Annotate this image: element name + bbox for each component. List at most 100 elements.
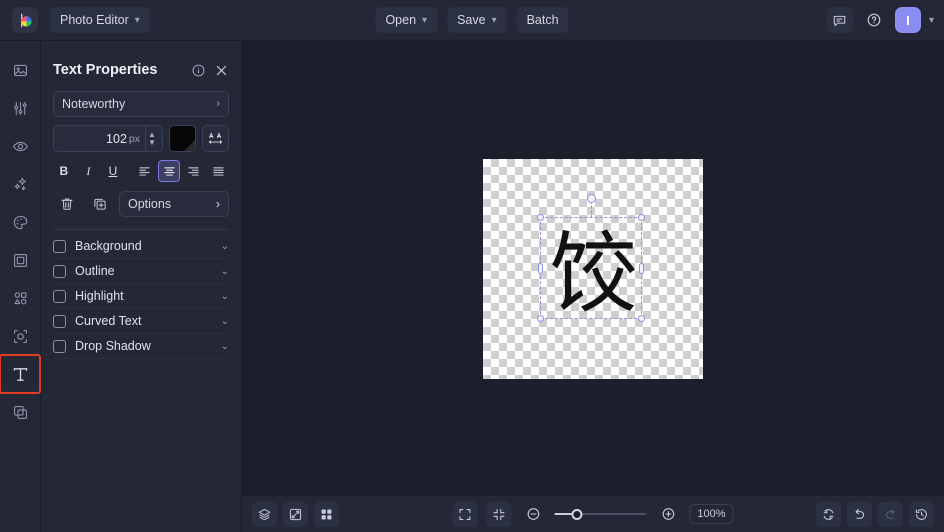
batch-button[interactable]: Batch xyxy=(516,7,569,33)
compare-button[interactable] xyxy=(283,501,308,527)
chevron-down-icon[interactable]: ⌄ xyxy=(221,241,229,252)
editor-canvas[interactable]: 饺 xyxy=(483,158,703,379)
sidebar-item-shapes[interactable] xyxy=(5,283,35,313)
checkbox[interactable] xyxy=(53,264,66,278)
redo-icon[interactable] xyxy=(878,501,903,527)
help-circle-icon[interactable] xyxy=(861,7,887,33)
curved-text-toggle[interactable]: Curved Text ⌄ xyxy=(53,309,229,334)
zoom-out-icon[interactable] xyxy=(520,502,545,527)
sidebar-item-image[interactable] xyxy=(5,55,35,85)
resize-handle-bottom-right[interactable] xyxy=(638,314,645,322)
chevron-down-icon[interactable]: ▾ xyxy=(929,15,934,26)
app-switcher[interactable]: Photo Editor ▾ xyxy=(50,7,150,33)
undo-icon[interactable] xyxy=(847,501,872,527)
align-justify-button[interactable] xyxy=(207,160,229,182)
close-icon[interactable] xyxy=(214,63,229,78)
fit-screen-icon[interactable] xyxy=(452,501,478,527)
checkbox[interactable] xyxy=(53,289,66,303)
bottom-left-tools xyxy=(252,501,339,527)
font-size-stepper[interactable]: ▲ ▼ xyxy=(145,126,158,151)
chevron-down-icon: ▾ xyxy=(422,14,428,26)
sidebar-item-adjust[interactable] xyxy=(5,93,35,123)
slider-knob[interactable] xyxy=(571,508,583,520)
sidebar-item-layers[interactable] xyxy=(5,397,35,427)
font-size-value: 102 xyxy=(106,131,127,146)
picsart-logo[interactable] xyxy=(12,7,38,33)
outline-toggle[interactable]: Outline ⌄ xyxy=(53,259,229,284)
trash-icon[interactable] xyxy=(53,190,80,217)
bold-button-label: B xyxy=(59,164,69,178)
sidebar-item-effects[interactable] xyxy=(5,169,35,199)
font-family-value: Noteworthy xyxy=(62,97,126,111)
resize-handle-top-left[interactable] xyxy=(537,213,544,221)
resize-handle-top-right[interactable] xyxy=(638,213,645,221)
bold-button[interactable]: B xyxy=(53,160,75,182)
rotation-stem xyxy=(591,200,592,218)
open-button-label: Open xyxy=(385,13,417,27)
reset-icon[interactable] xyxy=(816,501,841,527)
text-selection-box[interactable] xyxy=(537,193,645,322)
align-right-button[interactable] xyxy=(183,160,205,182)
layers-button[interactable] xyxy=(252,501,277,527)
resize-handle-middle-left[interactable] xyxy=(538,262,543,274)
zoom-controls: 100% xyxy=(452,501,734,527)
chevron-right-icon: › xyxy=(215,196,220,211)
highlight-toggle[interactable]: Highlight ⌄ xyxy=(53,284,229,309)
layer-actions-row: Options › xyxy=(53,190,229,217)
chevron-down-icon: ▾ xyxy=(134,14,140,26)
history-controls xyxy=(816,501,934,527)
background-toggle[interactable]: Background ⌄ xyxy=(53,234,229,259)
text-color-swatch[interactable] xyxy=(169,125,196,152)
resize-handle-middle-right[interactable] xyxy=(639,262,644,274)
stepper-down-icon[interactable]: ▼ xyxy=(148,139,156,147)
save-button[interactable]: Save ▾ xyxy=(447,7,507,33)
checkbox[interactable] xyxy=(53,339,66,353)
avatar[interactable]: I xyxy=(894,7,921,33)
sidebar-item-cutout[interactable] xyxy=(5,321,35,351)
italic-button[interactable]: I xyxy=(78,160,100,182)
text-properties-panel: Text Properties Noteworthy › 102 px ▲ ▼ … xyxy=(41,41,242,532)
letter-spacing-icon[interactable] xyxy=(202,125,229,152)
drop-shadow-toggle[interactable]: Drop Shadow ⌄ xyxy=(53,334,229,359)
comment-icon[interactable] xyxy=(826,7,853,33)
history-icon[interactable] xyxy=(909,501,934,527)
sidebar-item-frame[interactable] xyxy=(5,245,35,275)
zoom-in-icon[interactable] xyxy=(655,502,680,527)
workspace: Text Properties Noteworthy › 102 px ▲ ▼ … xyxy=(0,41,944,532)
grid-button[interactable] xyxy=(314,501,339,527)
avatar-initial: I xyxy=(906,12,910,28)
text-style-row: B I U xyxy=(53,160,229,182)
chevron-down-icon[interactable]: ⌄ xyxy=(221,316,229,327)
align-left-button[interactable] xyxy=(134,160,156,182)
stepper-up-icon[interactable]: ▲ xyxy=(148,131,156,139)
rotate-handle[interactable] xyxy=(586,193,596,203)
resize-handle-bottom-left[interactable] xyxy=(537,314,544,322)
curved-text-toggle-label: Curved Text xyxy=(75,314,142,328)
sidebar-item-text[interactable] xyxy=(0,354,41,394)
chevron-down-icon: ▾ xyxy=(491,14,497,26)
info-icon[interactable] xyxy=(191,63,206,78)
zoom-slider[interactable] xyxy=(554,507,647,521)
sidebar-item-color[interactable] xyxy=(5,207,35,237)
chevron-down-icon[interactable]: ⌄ xyxy=(221,291,229,302)
top-bar: Photo Editor ▾ Open ▾ Save ▾ Batch I ▾ xyxy=(0,0,944,41)
app-switcher-label: Photo Editor xyxy=(60,13,129,27)
highlight-toggle-label: Highlight xyxy=(75,289,124,303)
chevron-down-icon[interactable]: ⌄ xyxy=(221,341,229,352)
underline-button[interactable]: U xyxy=(102,160,124,182)
checkbox[interactable] xyxy=(53,239,66,253)
font-size-input[interactable]: 102 px ▲ ▼ xyxy=(53,125,163,152)
duplicate-icon[interactable] xyxy=(86,190,113,217)
chevron-down-icon[interactable]: ⌄ xyxy=(221,266,229,277)
collapse-icon[interactable] xyxy=(486,501,512,527)
sidebar-item-retouch[interactable] xyxy=(5,131,35,161)
zoom-level-value[interactable]: 100% xyxy=(689,504,734,524)
font-family-select[interactable]: Noteworthy › xyxy=(53,91,229,117)
options-button[interactable]: Options › xyxy=(119,190,229,217)
batch-button-label: Batch xyxy=(526,13,559,27)
canvas-stage[interactable]: 饺 xyxy=(242,41,944,532)
open-button[interactable]: Open ▾ xyxy=(375,7,438,33)
align-center-button[interactable] xyxy=(158,160,180,182)
file-actions-group: Open ▾ Save ▾ Batch xyxy=(375,7,569,33)
checkbox[interactable] xyxy=(53,314,66,328)
